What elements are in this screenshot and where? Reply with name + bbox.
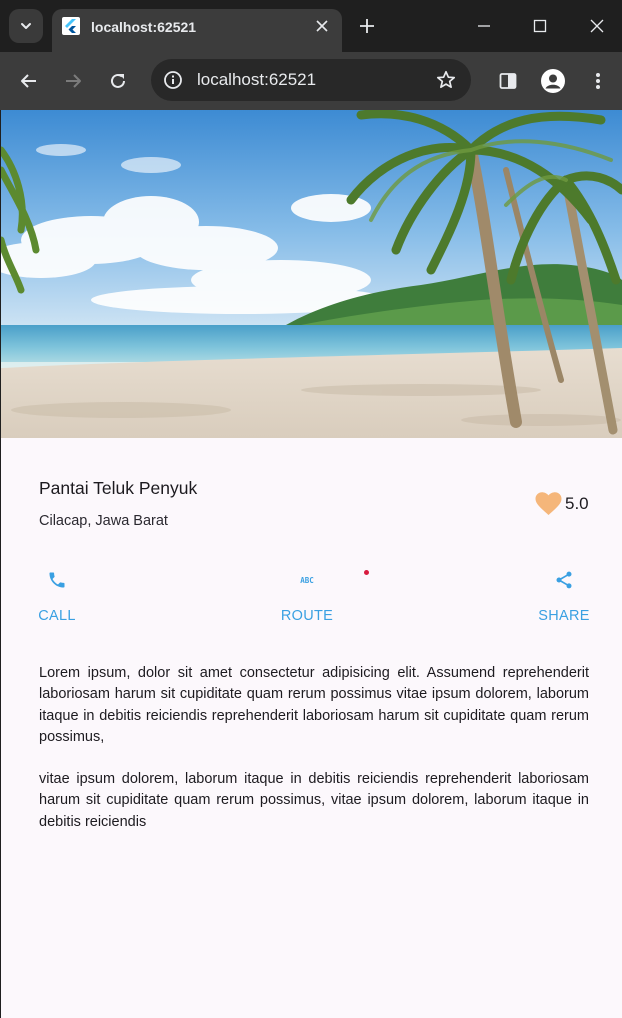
minimize-icon [478, 25, 490, 27]
place-title: Pantai Teluk Penyuk [39, 478, 198, 498]
site-info-button[interactable] [161, 68, 185, 92]
heart-icon[interactable] [535, 492, 562, 516]
new-tab-button[interactable] [355, 14, 379, 38]
abc-icon-wrap: ABC [295, 568, 319, 592]
share-button[interactable]: SHARE [524, 566, 604, 630]
browser-tab[interactable]: localhost:62521 [52, 9, 342, 52]
tab-close-button[interactable] [311, 15, 333, 37]
flutter-icon [62, 17, 80, 35]
plus-icon [360, 19, 374, 33]
rating-value: 5.0 [565, 494, 589, 513]
tab-strip: localhost:62521 [0, 0, 622, 52]
call-button[interactable]: CALL [17, 566, 97, 630]
reload-button[interactable] [105, 68, 131, 94]
arrow-right-icon [66, 74, 81, 88]
abc-icon: ABC [300, 576, 314, 585]
route-label: ROUTE [280, 608, 334, 624]
minimize-button[interactable] [472, 14, 496, 38]
close-icon [590, 19, 604, 33]
share-icon [556, 571, 572, 589]
close-icon [316, 20, 328, 32]
forward-button[interactable] [60, 68, 86, 94]
beach-image [1, 110, 622, 438]
profile-button[interactable] [540, 68, 566, 94]
page-viewport: Pantai Teluk Penyuk Cilacap, Jawa Barat … [1, 110, 622, 1018]
more-vertical-icon [596, 73, 600, 89]
back-button[interactable] [16, 68, 42, 94]
info-icon [164, 71, 182, 89]
description-paragraph-2: vitae ipsum dolorem, laborum itaque in d… [39, 771, 589, 830]
chevron-down-icon [21, 23, 31, 29]
side-panel-button[interactable] [495, 68, 521, 94]
browser-toolbar: localhost:62521 [0, 52, 622, 110]
reload-icon [111, 73, 125, 88]
close-window-button[interactable] [585, 14, 609, 38]
avatar-icon [541, 69, 565, 93]
tab-title: localhost:62521 [91, 19, 197, 35]
route-button[interactable]: ABC ROUTE [267, 566, 347, 630]
browser-window: localhost:62521 localhost:62521 Pantai T… [0, 0, 622, 1018]
maximize-icon [533, 19, 547, 33]
rating: 5.0 [535, 490, 589, 518]
arrow-left-icon [21, 74, 36, 88]
description-paragraph-1: Lorem ipsum, dolor sit amet consectetur … [39, 665, 589, 745]
share-label: SHARE [538, 608, 590, 624]
address-bar[interactable]: localhost:62521 [151, 59, 471, 101]
phone-icon-wrap [45, 568, 69, 592]
bookmark-button[interactable] [434, 68, 458, 92]
side-panel-icon [499, 73, 517, 89]
svg-text:ABC: ABC [300, 576, 314, 585]
menu-button[interactable] [585, 68, 611, 94]
url-text: localhost:62521 [197, 70, 317, 89]
star-icon [436, 70, 456, 89]
phone-icon [49, 572, 65, 588]
call-label: CALL [38, 608, 76, 624]
share-icon-wrap [552, 568, 576, 592]
tab-search-button[interactable] [9, 9, 43, 43]
notification-dot [364, 570, 369, 575]
description: Lorem ipsum, dolor sit amet consectetur … [39, 663, 589, 854]
place-location: Cilacap, Jawa Barat [39, 513, 168, 529]
maximize-button[interactable] [528, 14, 552, 38]
